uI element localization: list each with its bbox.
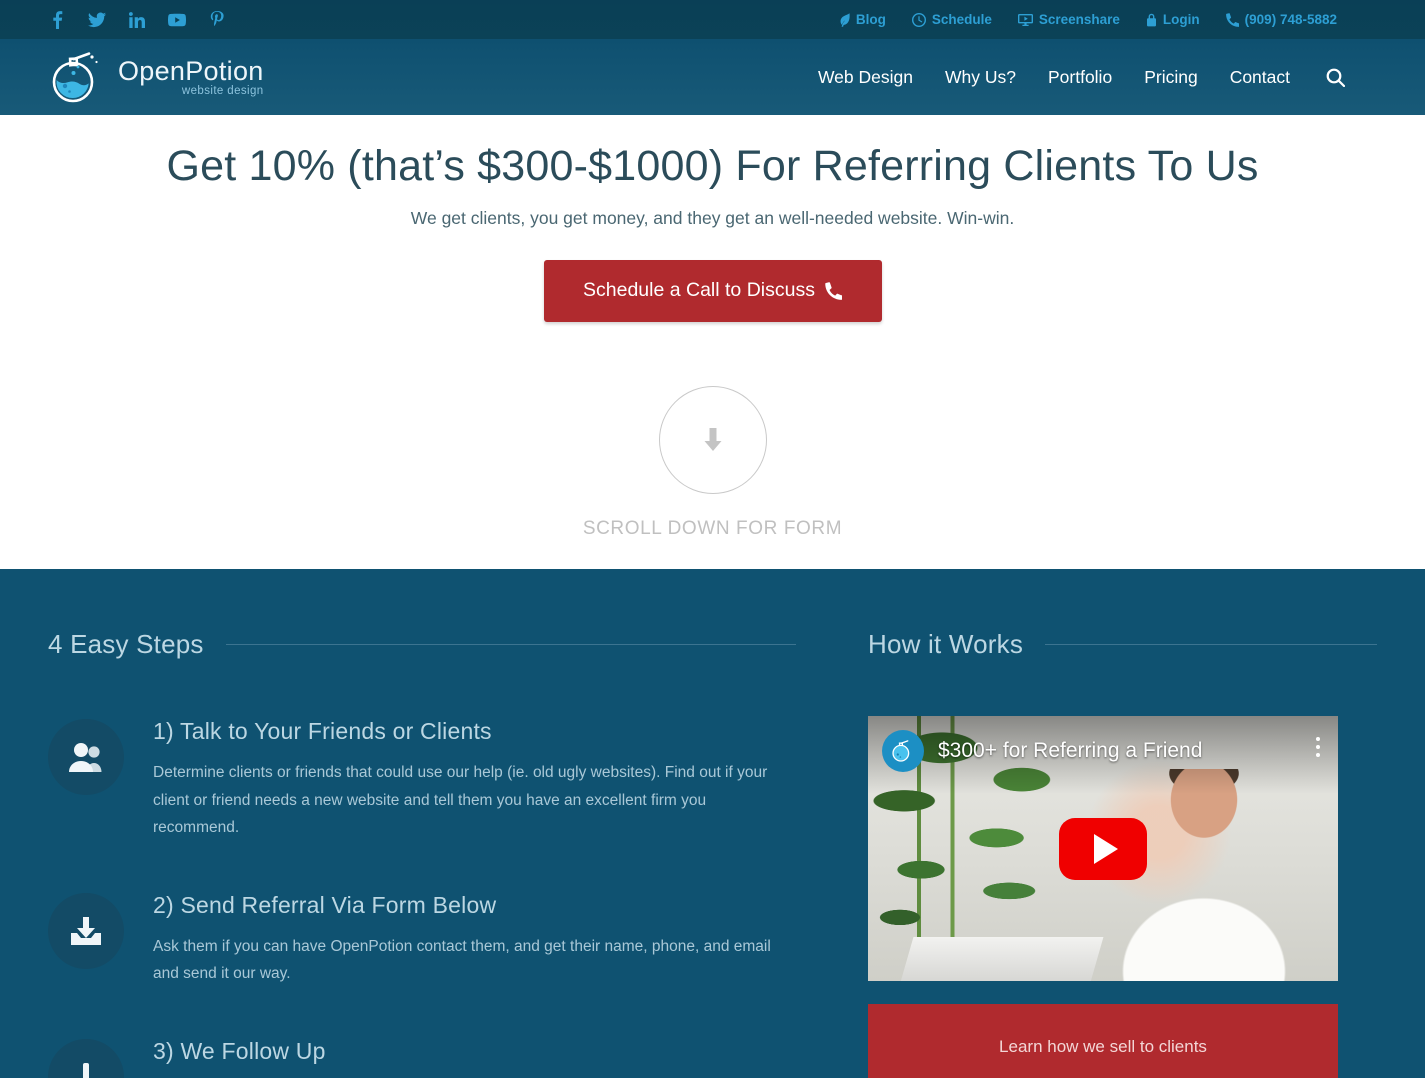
phone-icon bbox=[825, 281, 842, 300]
step-title: 3) We Follow Up bbox=[153, 1037, 326, 1064]
step-text: Ask them if you can have OpenPotion cont… bbox=[153, 937, 771, 983]
main-navigation: Web Design Why Us? Portfolio Pricing Con… bbox=[818, 67, 1345, 88]
how-heading-row: How it Works bbox=[868, 629, 1377, 660]
video-player[interactable]: $300+ for Referring a Friend bbox=[868, 716, 1338, 981]
facebook-icon[interactable] bbox=[48, 10, 66, 29]
scroll-down-indicator: SCROLL DOWN FOR FORM bbox=[0, 385, 1425, 540]
openpotion-avatar-icon[interactable] bbox=[882, 730, 924, 772]
phone-icon bbox=[1225, 12, 1239, 27]
how-heading: How it Works bbox=[868, 629, 1024, 659]
hero-subhead: We get clients, you get money, and they … bbox=[410, 207, 1015, 228]
logo-name: OpenPotion bbox=[118, 56, 264, 87]
pinterest-icon[interactable] bbox=[208, 10, 226, 29]
hero-section: Get 10% (that’s $300-$1000) For Referrin… bbox=[0, 115, 1425, 569]
scroll-down-button[interactable] bbox=[658, 385, 767, 494]
lock-icon bbox=[1146, 13, 1156, 26]
step-item: 1) Talk to Your Friends or Clients Deter… bbox=[48, 716, 796, 842]
topnav-login-label: Login bbox=[1162, 12, 1200, 27]
schedule-session-panel[interactable]: Learn how we sell to clients Schedule Se… bbox=[868, 1004, 1338, 1078]
heading-divider bbox=[225, 644, 796, 645]
step-text: Determine clients or friends that could … bbox=[153, 764, 768, 837]
linkedin-icon[interactable] bbox=[128, 11, 146, 29]
step-title: 1) Talk to Your Friends or Clients bbox=[153, 718, 492, 744]
nav-item-why-us[interactable]: Why Us? bbox=[945, 67, 1016, 88]
scroll-down-label: SCROLL DOWN FOR FORM bbox=[582, 517, 843, 539]
search-icon[interactable] bbox=[1326, 68, 1345, 87]
nav-item-pricing[interactable]: Pricing bbox=[1144, 67, 1198, 88]
schedule-call-label: Schedule a Call to Discuss bbox=[583, 279, 815, 302]
steps-heading: 4 Easy Steps bbox=[48, 629, 204, 659]
topnav-screenshare-label: Screenshare bbox=[1038, 12, 1120, 27]
feather-icon bbox=[840, 12, 850, 27]
details-section: 4 Easy Steps 1) Talk to Your Friends or … bbox=[0, 569, 1425, 1078]
heading-divider bbox=[1045, 644, 1377, 645]
clock-icon bbox=[911, 12, 926, 27]
topnav-phone[interactable]: (909) 748-5882 bbox=[1225, 12, 1337, 27]
users-icon bbox=[48, 719, 124, 795]
social-links bbox=[48, 10, 226, 29]
video-play-button[interactable] bbox=[1059, 817, 1147, 880]
top-nav-links: Blog Schedule Screenshare Login (909) 74… bbox=[840, 12, 1337, 27]
how-it-works-column: How it Works $300+ for Referring a Frien… bbox=[868, 629, 1377, 1078]
step-body: 3) We Follow Up bbox=[153, 1036, 326, 1078]
video-more-options-icon[interactable] bbox=[1316, 737, 1320, 757]
video-thumbnail-laptop bbox=[898, 937, 1104, 981]
step-body: 2) Send Referral Via Form Below Ask them… bbox=[153, 890, 778, 988]
topnav-schedule[interactable]: Schedule bbox=[911, 12, 992, 27]
screenshare-icon bbox=[1017, 13, 1033, 26]
step-item: 3) We Follow Up bbox=[48, 1036, 796, 1078]
video-title: $300+ for Referring a Friend bbox=[938, 739, 1203, 762]
arrow-down-icon bbox=[704, 427, 721, 451]
logo-wordmark: OpenPotion website design bbox=[118, 56, 264, 98]
twitter-icon[interactable] bbox=[88, 11, 106, 29]
promo-subtext: Learn how we sell to clients bbox=[999, 1037, 1207, 1056]
topnav-screenshare[interactable]: Screenshare bbox=[1017, 12, 1120, 27]
page-title: Get 10% (that’s $300-$1000) For Referrin… bbox=[166, 142, 1259, 190]
nav-item-web-design[interactable]: Web Design bbox=[818, 67, 913, 88]
potion-flask-logo-icon bbox=[48, 49, 108, 105]
steps-column: 4 Easy Steps 1) Talk to Your Friends or … bbox=[48, 629, 796, 1078]
download-inbox-icon bbox=[48, 892, 124, 969]
step-body: 1) Talk to Your Friends or Clients Deter… bbox=[153, 716, 778, 842]
site-logo[interactable]: OpenPotion website design bbox=[48, 49, 264, 105]
nav-item-contact[interactable]: Contact bbox=[1230, 67, 1290, 88]
topnav-schedule-label: Schedule bbox=[931, 12, 992, 27]
top-utility-bar: Blog Schedule Screenshare Login (909) 74… bbox=[0, 0, 1425, 39]
nav-item-portfolio[interactable]: Portfolio bbox=[1048, 67, 1112, 88]
steps-heading-row: 4 Easy Steps bbox=[48, 629, 796, 660]
topnav-login[interactable]: Login bbox=[1146, 12, 1200, 27]
step-item: 2) Send Referral Via Form Below Ask them… bbox=[48, 890, 796, 988]
topnav-blog-label: Blog bbox=[855, 12, 886, 27]
logo-tagline: website design bbox=[181, 85, 264, 98]
play-triangle-icon bbox=[1094, 833, 1118, 864]
youtube-icon[interactable] bbox=[168, 11, 186, 29]
phone-follow-up-icon bbox=[48, 1038, 124, 1078]
step-title: 2) Send Referral Via Form Below bbox=[153, 891, 497, 918]
schedule-call-button[interactable]: Schedule a Call to Discuss bbox=[543, 259, 882, 322]
site-header: OpenPotion website design Web Design Why… bbox=[0, 39, 1425, 115]
topnav-blog[interactable]: Blog bbox=[840, 12, 886, 27]
topnav-phone-label: (909) 748-5882 bbox=[1244, 12, 1337, 27]
